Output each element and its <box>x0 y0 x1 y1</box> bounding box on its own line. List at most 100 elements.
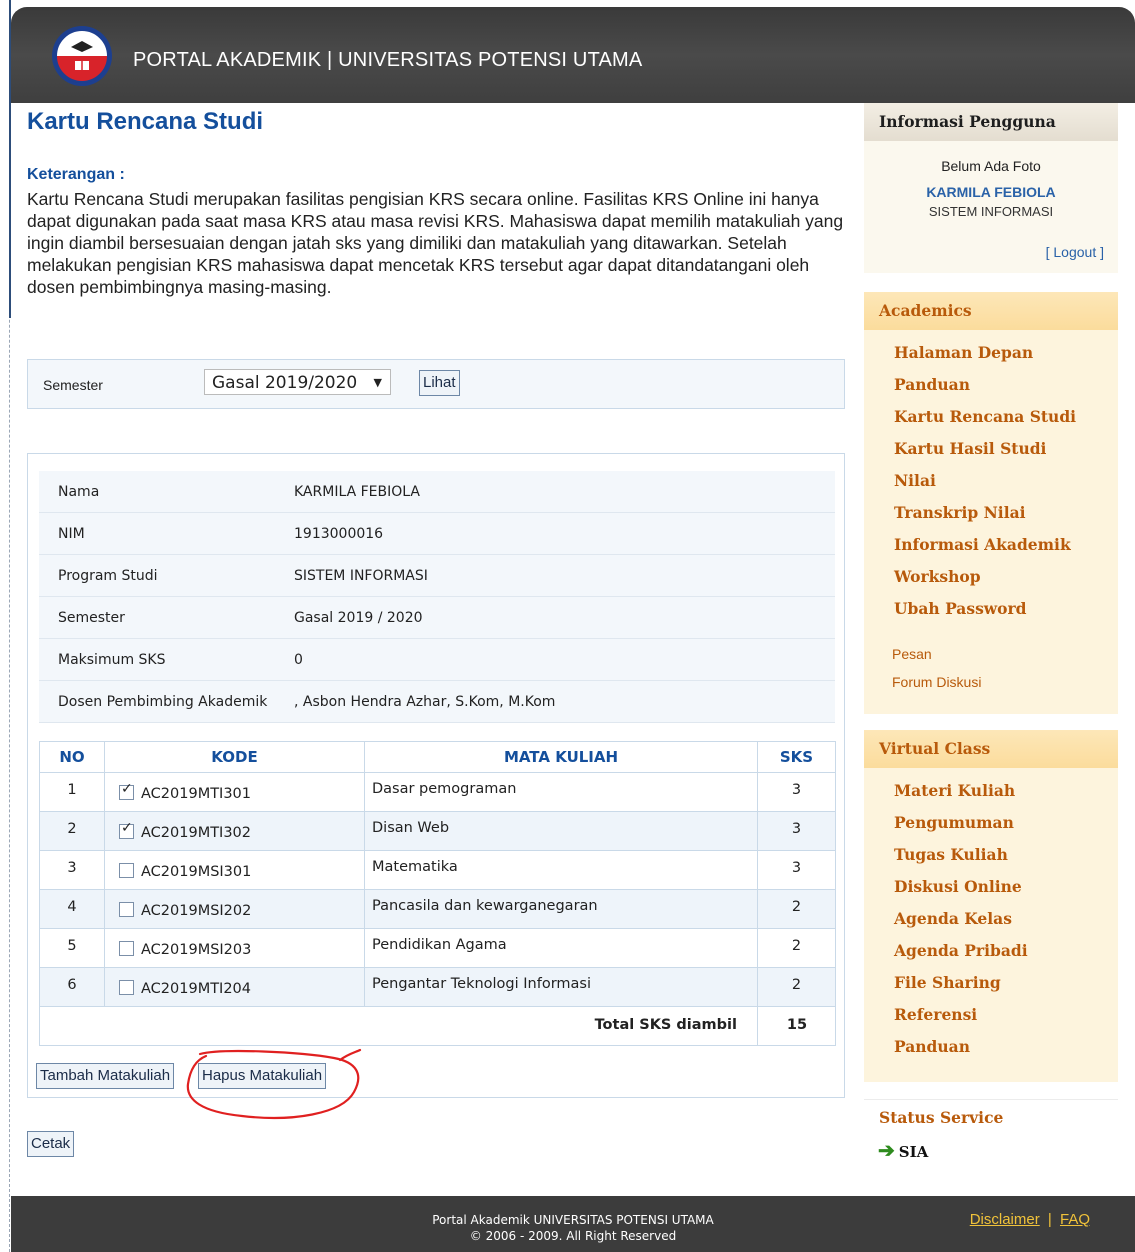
row-kode: AC2019MSI301 <box>141 864 252 880</box>
nav-panduan[interactable]: Panduan <box>894 375 970 394</box>
academics-title: Academics <box>864 292 1118 330</box>
nav-agenda-kelas[interactable]: Agenda Kelas <box>894 909 1012 928</box>
nav-agenda-pribadi[interactable]: Agenda Pribadi <box>894 941 1028 960</box>
nav-kartu-rencana-studi[interactable]: Kartu Rencana Studi <box>894 407 1076 426</box>
virtual-class-title: Virtual Class <box>864 730 1118 768</box>
semester-filter: Semester Gasal 2019/2020 ▼ Lihat <box>27 359 845 409</box>
nav-nilai[interactable]: Nilai <box>894 471 936 490</box>
info-value: 0 <box>294 638 835 681</box>
row-kode-cell: AC2019MSI202 <box>104 889 365 929</box>
nav-transkrip-nilai[interactable]: Transkrip Nilai <box>894 503 1026 522</box>
academics-panel: Academics Halaman Depan Panduan Kartu Re… <box>864 292 1118 714</box>
nav-materi-kuliah[interactable]: Materi Kuliah <box>894 781 1015 800</box>
row-no: 4 <box>39 889 105 929</box>
krs-panel: Nama KARMILA FEBIOLA NIM 1913000016 Prog… <box>27 453 845 1098</box>
info-row: NIM 1913000016 <box>39 512 835 555</box>
info-value: 1913000016 <box>294 512 835 555</box>
user-info-panel: Informasi Pengguna Belum Ada Foto KARMIL… <box>864 103 1118 273</box>
nav-forum-diskusi[interactable]: Forum Diskusi <box>892 674 981 690</box>
course-checkbox[interactable] <box>119 781 134 800</box>
user-name: KARMILA FEBIOLA <box>926 184 1056 200</box>
course-checkbox[interactable] <box>119 980 134 995</box>
footer-link-separator: | <box>1047 1211 1052 1228</box>
nav-file-sharing[interactable]: File Sharing <box>894 973 1001 992</box>
col-sks-header: SKS <box>757 741 836 773</box>
row-sks: 3 <box>757 772 836 812</box>
row-kode-cell: AC2019MSI301 <box>104 850 365 890</box>
nav-tugas-kuliah[interactable]: Tugas Kuliah <box>894 845 1008 864</box>
row-no: 5 <box>39 928 105 968</box>
row-kode: AC2019MTI302 <box>141 825 252 841</box>
footer-links: Disclaimer | FAQ <box>970 1211 1090 1228</box>
status-sia-item[interactable]: ➔ SIA <box>878 1138 928 1162</box>
status-divider <box>864 1099 1118 1100</box>
row-no: 6 <box>39 967 105 1007</box>
nav-pengumuman[interactable]: Pengumuman <box>894 813 1014 832</box>
footer-line-2: © 2006 - 2009. All Right Reserved <box>469 1229 677 1243</box>
row-matakuliah: Matematika <box>364 850 758 890</box>
nav-workshop[interactable]: Workshop <box>894 567 981 586</box>
site-title: PORTAL AKADEMIK | UNIVERSITAS POTENSI UT… <box>133 49 643 71</box>
info-value: , Asbon Hendra Azhar, S.Kom, M.Kom <box>294 680 835 723</box>
course-checkbox[interactable] <box>119 863 134 878</box>
table-row: 6 AC2019MTI204 Pengantar Teknologi Infor… <box>39 967 836 1007</box>
info-value: SISTEM INFORMASI <box>294 554 835 597</box>
dropdown-caret-icon: ▼ <box>373 376 382 389</box>
logout-link[interactable]: [ Logout ] <box>864 244 1104 260</box>
keterangan-label: Keterangan : <box>27 166 125 183</box>
row-kode-cell: AC2019MTI301 <box>104 772 365 812</box>
info-row: Maksimum SKS 0 <box>39 638 835 681</box>
info-label: Maksimum SKS <box>39 638 294 681</box>
student-info-table: Nama KARMILA FEBIOLA NIM 1913000016 Prog… <box>39 471 835 723</box>
total-row: Total SKS diambil 15 <box>39 1006 836 1046</box>
info-label: Program Studi <box>39 554 294 597</box>
course-checkbox[interactable] <box>119 820 134 839</box>
info-row: Dosen Pembimbing Akademik , Asbon Hendra… <box>39 680 835 723</box>
photo-placeholder: Belum Ada Foto <box>941 158 1041 174</box>
course-checkbox[interactable] <box>119 941 134 956</box>
lihat-button[interactable]: Lihat <box>419 370 460 396</box>
table-row: 1 AC2019MTI301 Dasar pemograman 3 <box>39 772 836 812</box>
faq-link[interactable]: FAQ <box>1060 1211 1090 1228</box>
status-service-title: Status Service <box>879 1108 1004 1127</box>
table-header-row: NO KODE MATA KULIAH SKS <box>39 741 836 773</box>
university-logo-icon <box>52 26 112 86</box>
course-checkbox[interactable] <box>119 902 134 917</box>
nav-diskusi-online[interactable]: Diskusi Online <box>894 877 1022 896</box>
nav-pesan[interactable]: Pesan <box>892 646 932 662</box>
tambah-matakuliah-button[interactable]: Tambah Matakuliah <box>36 1063 175 1089</box>
nav-informasi-akademik[interactable]: Informasi Akademik <box>894 535 1071 554</box>
info-value: Gasal 2019 / 2020 <box>294 596 835 639</box>
row-sks: 3 <box>757 811 836 851</box>
row-kode: AC2019MTI204 <box>141 981 252 997</box>
nav-referensi[interactable]: Referensi <box>894 1005 977 1024</box>
total-value: 15 <box>757 1006 836 1046</box>
row-matakuliah: Disan Web <box>364 811 758 851</box>
table-row: 2 AC2019MTI302 Disan Web 3 <box>39 811 836 851</box>
nav-ubah-password[interactable]: Ubah Password <box>894 599 1026 618</box>
row-kode: AC2019MSI202 <box>141 903 252 919</box>
virtual-class-panel: Virtual Class Materi Kuliah Pengumuman T… <box>864 730 1118 1082</box>
right-arrow-icon: ➔ <box>878 1138 895 1162</box>
row-matakuliah: Pendidikan Agama <box>364 928 758 968</box>
info-label: NIM <box>39 512 294 555</box>
table-row: 5 AC2019MSI203 Pendidikan Agama 2 <box>39 928 836 968</box>
info-label: Nama <box>39 471 294 513</box>
semester-select[interactable]: Gasal 2019/2020 ▼ <box>204 369 391 395</box>
course-table: NO KODE MATA KULIAH SKS 1 AC2019MTI301 D… <box>39 741 836 1046</box>
nav-halaman-depan[interactable]: Halaman Depan <box>894 343 1033 362</box>
user-program: SISTEM INFORMASI <box>928 204 1054 219</box>
info-value: KARMILA FEBIOLA <box>294 471 835 513</box>
row-no: 1 <box>39 772 105 812</box>
disclaimer-link[interactable]: Disclaimer <box>970 1211 1040 1228</box>
row-sks: 3 <box>757 850 836 890</box>
cetak-button[interactable]: Cetak <box>27 1131 75 1157</box>
row-sks: 2 <box>757 889 836 929</box>
nav-kartu-hasil-studi[interactable]: Kartu Hasil Studi <box>894 439 1046 458</box>
row-kode-cell: AC2019MTI302 <box>104 811 365 851</box>
row-kode-cell: AC2019MTI204 <box>104 967 365 1007</box>
row-kode: AC2019MSI203 <box>141 942 252 958</box>
row-sks: 2 <box>757 967 836 1007</box>
nav-panduan-vclass[interactable]: Panduan <box>894 1037 970 1056</box>
info-row: Program Studi SISTEM INFORMASI <box>39 554 835 597</box>
